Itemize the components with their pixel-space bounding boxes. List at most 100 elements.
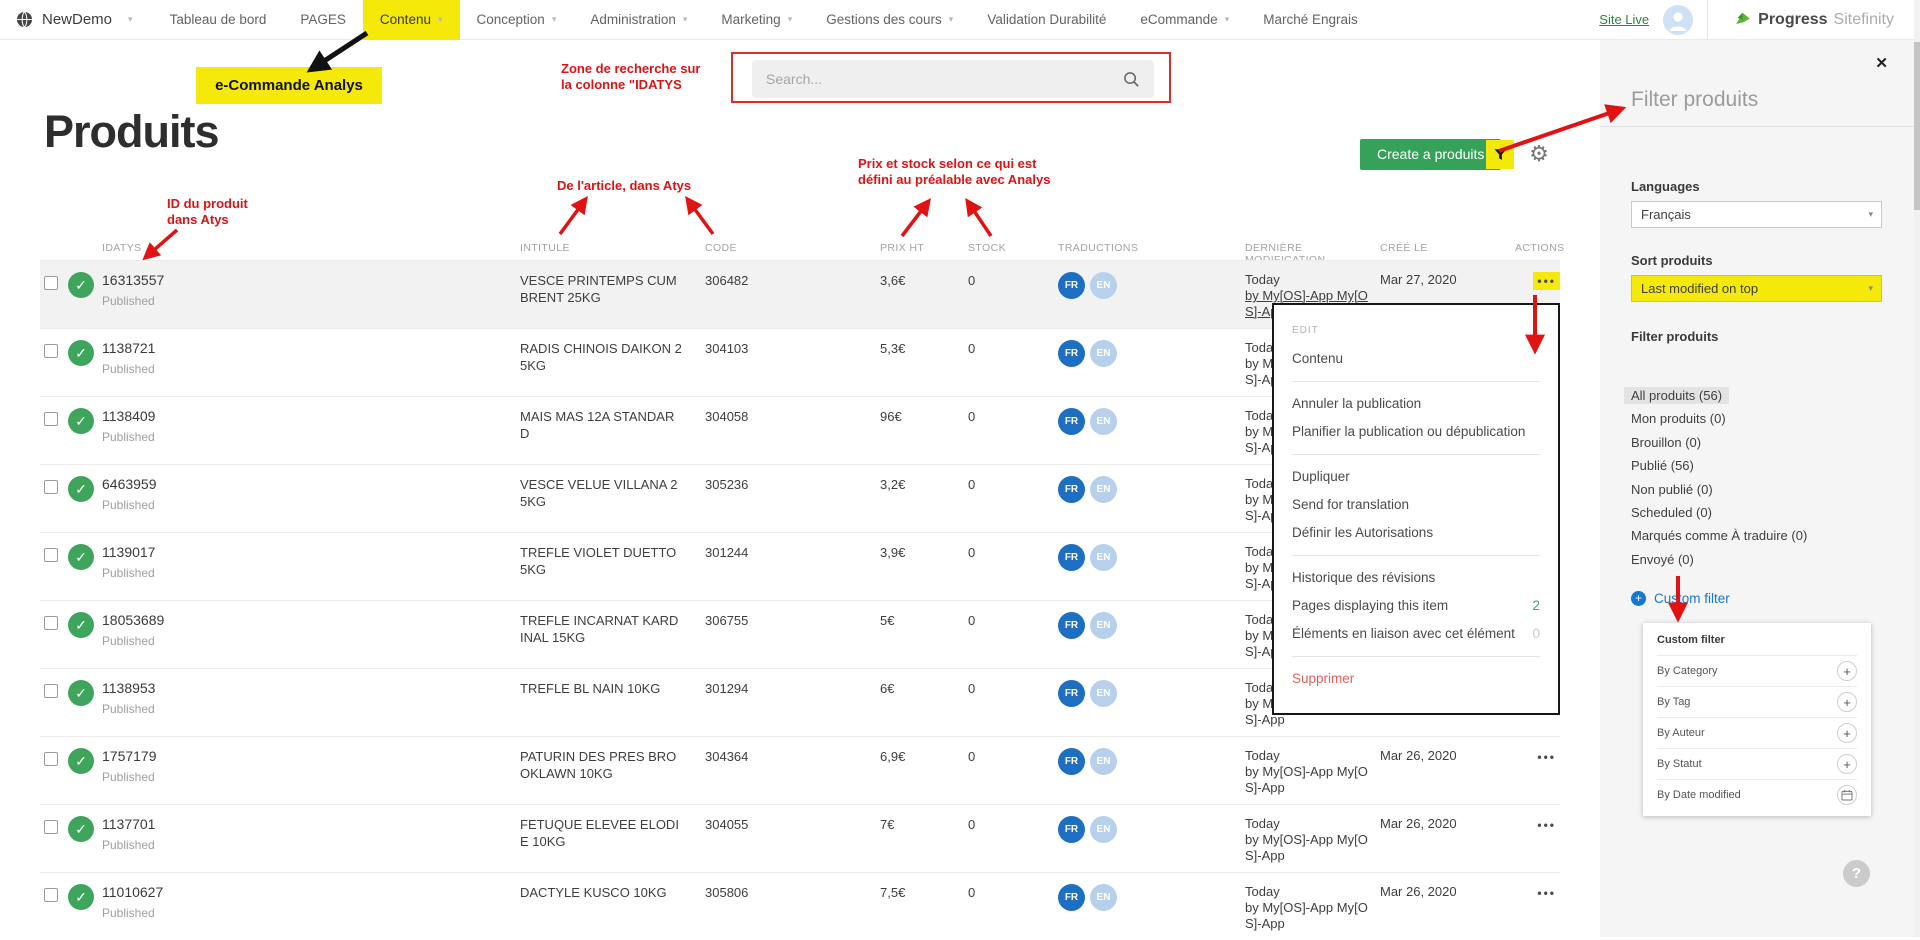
filter-item-non-publi-0-[interactable]: Non publié (0) [1631, 478, 1814, 501]
custom-filter-row-by-date-modified[interactable]: By Date modified [1657, 779, 1857, 810]
product-idatys[interactable]: 1137701 [102, 816, 520, 832]
menu-item-pages-displaying-this-item[interactable]: Pages displaying this item2 [1292, 592, 1540, 620]
custom-filter-row-by-category[interactable]: By Category+ [1657, 655, 1857, 686]
row-checkbox[interactable] [44, 752, 58, 766]
product-name[interactable]: FETUQUE ELEVEE ELODIE 10KG [520, 816, 688, 872]
nav-item-pages[interactable]: PAGES [283, 0, 363, 40]
row-checkbox[interactable] [44, 276, 58, 290]
lang-badge-fr[interactable]: FR [1058, 476, 1085, 503]
nav-item-tableau-de-bord[interactable]: Tableau de bord [153, 0, 284, 40]
lang-badge-en[interactable]: EN [1090, 816, 1117, 843]
add-icon[interactable]: + [1837, 661, 1857, 681]
filter-item-brouillon-0-[interactable]: Brouillon (0) [1631, 431, 1814, 454]
filter-item-envoy-0-[interactable]: Envoyé (0) [1631, 548, 1814, 571]
lang-badge-fr[interactable]: FR [1058, 340, 1085, 367]
lang-badge-fr[interactable]: FR [1058, 544, 1085, 571]
row-checkbox[interactable] [44, 344, 58, 358]
help-button[interactable]: ? [1843, 860, 1870, 887]
nav-item-gestions-des-cours[interactable]: Gestions des cours▾ [809, 0, 970, 40]
modified-by-link[interactable]: by My[OS]-App My[OS]-App [1245, 764, 1369, 796]
nav-item-conception[interactable]: Conception▾ [460, 0, 574, 40]
product-idatys[interactable]: 1139017 [102, 544, 520, 560]
row-checkbox[interactable] [44, 412, 58, 426]
filter-item-mon-produits-0-[interactable]: Mon produits (0) [1631, 407, 1814, 430]
menu-item-supprimer[interactable]: Supprimer [1292, 665, 1540, 693]
product-name[interactable]: PATURIN DES PRES BROOKLAWN 10KG [520, 748, 688, 804]
product-name[interactable]: RADIS CHINOIS DAIKON 25KG [520, 340, 688, 396]
lang-badge-en[interactable]: EN [1090, 884, 1117, 911]
close-icon[interactable]: ✕ [1875, 54, 1888, 72]
site-selector[interactable]: NewDemo ▾ [0, 11, 153, 28]
modified-by-link[interactable]: by My[OS]-App My[OS]-App [1245, 900, 1369, 932]
site-live-link[interactable]: Site Live [1599, 12, 1649, 27]
product-name[interactable]: VESCE VELUE VILLANA 25KG [520, 476, 688, 532]
nav-item-validation-durabilit-[interactable]: Validation Durabilité [970, 0, 1123, 40]
lang-badge-en[interactable]: EN [1090, 748, 1117, 775]
menu-item--l-ments-en-liaison-avec-cet-l-ment[interactable]: Éléments en liaison avec cet élément0 [1292, 620, 1540, 648]
row-actions-button[interactable]: ••• [1533, 272, 1560, 290]
menu-item-historique-des-r-visions[interactable]: Historique des révisions [1292, 564, 1540, 592]
add-icon[interactable]: + [1837, 754, 1857, 774]
filter-item-scheduled-0-[interactable]: Scheduled (0) [1631, 501, 1814, 524]
row-actions-button[interactable]: ••• [1533, 816, 1560, 834]
custom-filter-row-by-statut[interactable]: By Statut+ [1657, 748, 1857, 779]
lang-badge-en[interactable]: EN [1090, 612, 1117, 639]
search-icon[interactable] [1123, 71, 1140, 88]
menu-item-send-for-translation[interactable]: Send for translation [1292, 491, 1540, 519]
lang-badge-fr[interactable]: FR [1058, 272, 1085, 299]
product-name[interactable]: VESCE PRINTEMPS CUMBRENT 25KG [520, 272, 688, 328]
row-actions-button[interactable]: ••• [1533, 748, 1560, 766]
product-idatys[interactable]: 1138721 [102, 340, 520, 356]
product-idatys[interactable]: 16313557 [102, 272, 520, 288]
search-input[interactable] [766, 71, 1123, 87]
settings-gear-button[interactable]: ⚙ [1525, 139, 1553, 168]
create-product-button[interactable]: Create a produits [1360, 139, 1501, 170]
lang-badge-fr[interactable]: FR [1058, 884, 1085, 911]
lang-badge-en[interactable]: EN [1090, 476, 1117, 503]
scrollbar-thumb[interactable] [1914, 42, 1920, 210]
nav-item-administration[interactable]: Administration▾ [573, 0, 704, 40]
row-checkbox[interactable] [44, 684, 58, 698]
product-name[interactable]: MAIS MAS 12A STANDARD [520, 408, 688, 464]
add-icon[interactable]: + [1837, 723, 1857, 743]
product-idatys[interactable]: 11010627 [102, 884, 520, 900]
filter-item-marqu-s-comme-traduire-0-[interactable]: Marqués comme À traduire (0) [1631, 524, 1814, 547]
avatar[interactable] [1663, 5, 1693, 35]
nav-item-march-engrais[interactable]: Marché Engrais [1246, 0, 1375, 40]
row-checkbox[interactable] [44, 480, 58, 494]
filter-item-publi-56-[interactable]: Publié (56) [1631, 454, 1814, 477]
product-idatys[interactable]: 1757179 [102, 748, 520, 764]
lang-badge-en[interactable]: EN [1090, 408, 1117, 435]
custom-filter-link[interactable]: + Custom filter [1631, 591, 1730, 606]
product-idatys[interactable]: 1138409 [102, 408, 520, 424]
product-name[interactable]: TREFLE BL NAIN 10KG [520, 680, 688, 736]
nav-item-contenu[interactable]: Contenu▾ [363, 0, 460, 40]
page-scrollbar[interactable] [1914, 0, 1920, 937]
custom-filter-row-by-tag[interactable]: By Tag+ [1657, 686, 1857, 717]
modified-by-link[interactable]: by My[OS]-App My[OS]-App [1245, 832, 1369, 864]
nav-item-ecommande[interactable]: eCommande▾ [1123, 0, 1246, 40]
lang-badge-en[interactable]: EN [1090, 340, 1117, 367]
product-idatys[interactable]: 6463959 [102, 476, 520, 492]
lang-badge-en[interactable]: EN [1090, 680, 1117, 707]
lang-badge-fr[interactable]: FR [1058, 748, 1085, 775]
lang-badge-fr[interactable]: FR [1058, 612, 1085, 639]
row-checkbox[interactable] [44, 616, 58, 630]
product-name[interactable]: TREFLE INCARNAT KARDINAL 15KG [520, 612, 688, 668]
sort-select[interactable]: Last modified on top ▾ [1631, 275, 1882, 302]
lang-badge-fr[interactable]: FR [1058, 408, 1085, 435]
product-name[interactable]: DACTYLE KUSCO 10KG [520, 884, 688, 940]
row-actions-button[interactable]: ••• [1533, 884, 1560, 902]
filter-funnel-button[interactable] [1486, 140, 1514, 169]
menu-item-annuler-la-publication[interactable]: Annuler la publication [1292, 390, 1540, 418]
calendar-icon[interactable] [1837, 785, 1857, 805]
product-idatys[interactable]: 18053689 [102, 612, 520, 628]
lang-badge-fr[interactable]: FR [1058, 816, 1085, 843]
menu-item-d-finir-les-autorisations[interactable]: Définir les Autorisations [1292, 519, 1540, 547]
product-name[interactable]: TREFLE VIOLET DUETTO 5KG [520, 544, 688, 600]
row-checkbox[interactable] [44, 888, 58, 902]
row-checkbox[interactable] [44, 820, 58, 834]
row-checkbox[interactable] [44, 548, 58, 562]
lang-badge-en[interactable]: EN [1090, 544, 1117, 571]
menu-item-planifier-la-publication-ou-d-publication[interactable]: Planifier la publication ou dépublicatio… [1292, 418, 1540, 446]
